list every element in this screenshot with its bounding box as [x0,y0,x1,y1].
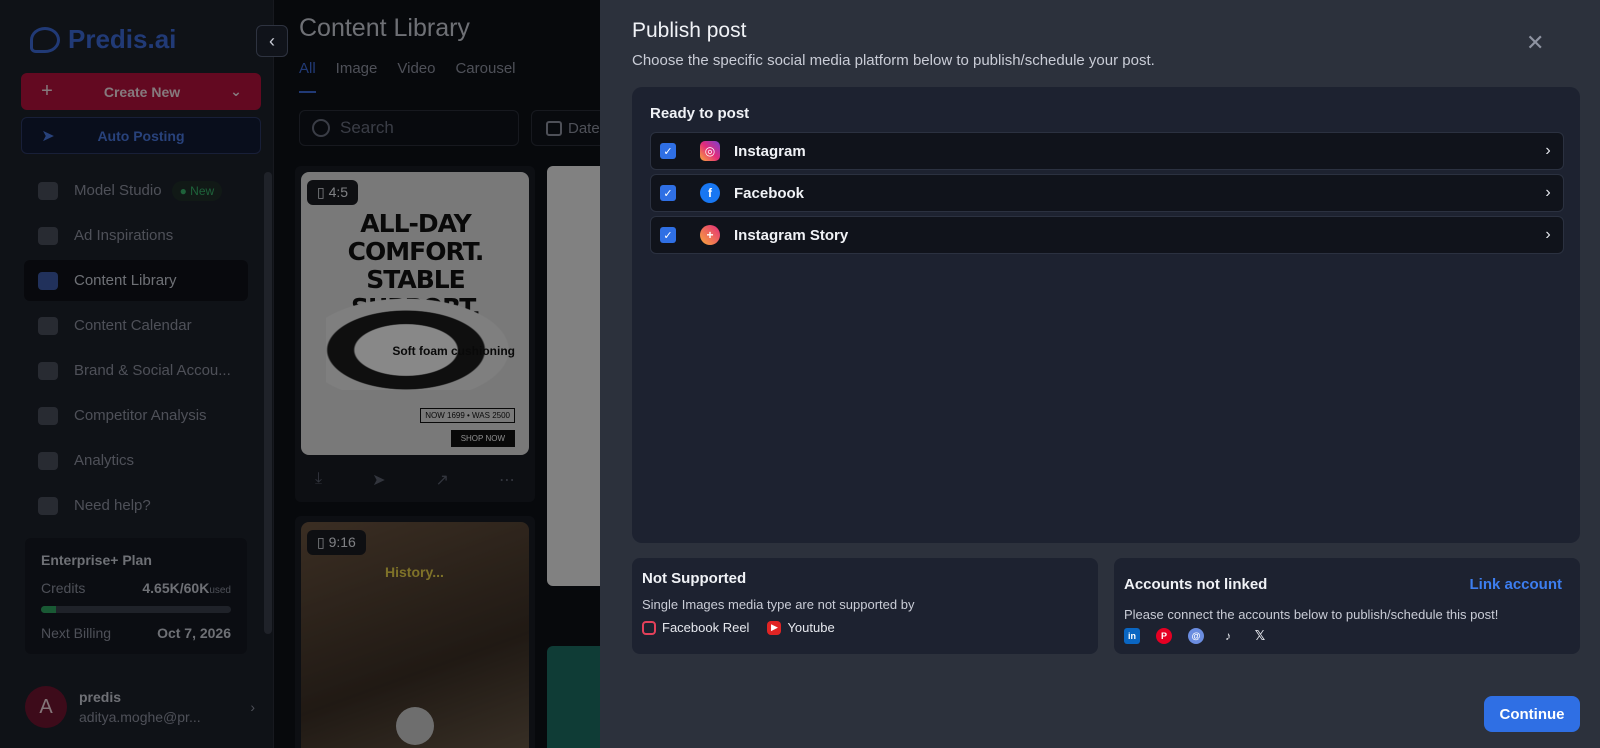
not-supported-desc: Single Images media type are not support… [642,597,915,612]
chevron-left-icon: ‹ [269,30,275,51]
platform-row-instagram[interactable]: ✓ ◎ Instagram › [650,132,1564,170]
app-root: Predis.ai + Create New ⌄ ➤ Auto Posting … [0,0,1600,748]
pinterest-icon: P [1156,628,1172,644]
chevron-right-icon[interactable]: › [1533,184,1563,202]
platform-name: Facebook [734,184,805,202]
linkedin-icon: in [1124,628,1140,644]
platform-row-instagram-story[interactable]: ✓ + Instagram Story › [650,216,1564,254]
facebook-reel-icon [642,620,656,635]
publish-post-modal: Publish post Choose the specific social … [600,0,1600,748]
youtube-icon: ▶ [767,620,782,635]
facebook-icon: f [700,183,720,203]
chevron-right-icon[interactable]: › [1533,226,1563,244]
x-icon: 𝕏 [1254,628,1266,643]
collapse-sidebar-button[interactable]: ‹ [256,25,288,57]
not-supported-item: Facebook Reel [642,620,749,635]
platform-checkbox[interactable]: ✓ [660,227,676,243]
not-supported-item: ▶ Youtube [767,620,835,635]
continue-button[interactable]: Continue [1484,696,1580,732]
tiktok-icon: ♪ [1225,629,1231,643]
not-supported-label: Facebook Reel [662,620,750,635]
ready-title: Ready to post [650,105,750,122]
threads-icon: @ [1188,628,1204,644]
ready-to-post-panel: Ready to post ✓ ◎ Instagram › ✓ f Facebo… [632,87,1580,543]
accounts-desc: Please connect the accounts below to pub… [1124,607,1499,622]
platform-list: ✓ ◎ Instagram › ✓ f Facebook › ✓ + Insta… [650,132,1564,258]
modal-subtitle: Choose the specific social media platfor… [632,52,1155,69]
instagram-story-icon: + [700,225,720,245]
not-supported-panel: Not Supported Single Images media type a… [632,558,1098,654]
accounts-not-linked-panel: Accounts not linked Link account Please … [1114,558,1580,654]
link-account-link[interactable]: Link account [1469,576,1562,593]
not-supported-title: Not Supported [642,570,747,587]
platform-checkbox[interactable]: ✓ [660,185,676,201]
modal-backdrop[interactable] [0,0,600,748]
platform-checkbox[interactable]: ✓ [660,143,676,159]
instagram-icon: ◎ [700,141,720,161]
platform-row-facebook[interactable]: ✓ f Facebook › [650,174,1564,212]
not-supported-label: Youtube [787,620,835,635]
modal-title: Publish post [632,19,747,42]
platform-name: Instagram Story [734,226,849,244]
close-icon[interactable]: ✕ [1526,30,1544,56]
not-supported-list: Facebook Reel ▶ Youtube [642,620,1088,635]
chevron-right-icon[interactable]: › [1533,142,1563,160]
unlinked-accounts-icons: in P @ ♪ 𝕏 [1124,628,1570,644]
platform-name: Instagram [734,142,806,160]
